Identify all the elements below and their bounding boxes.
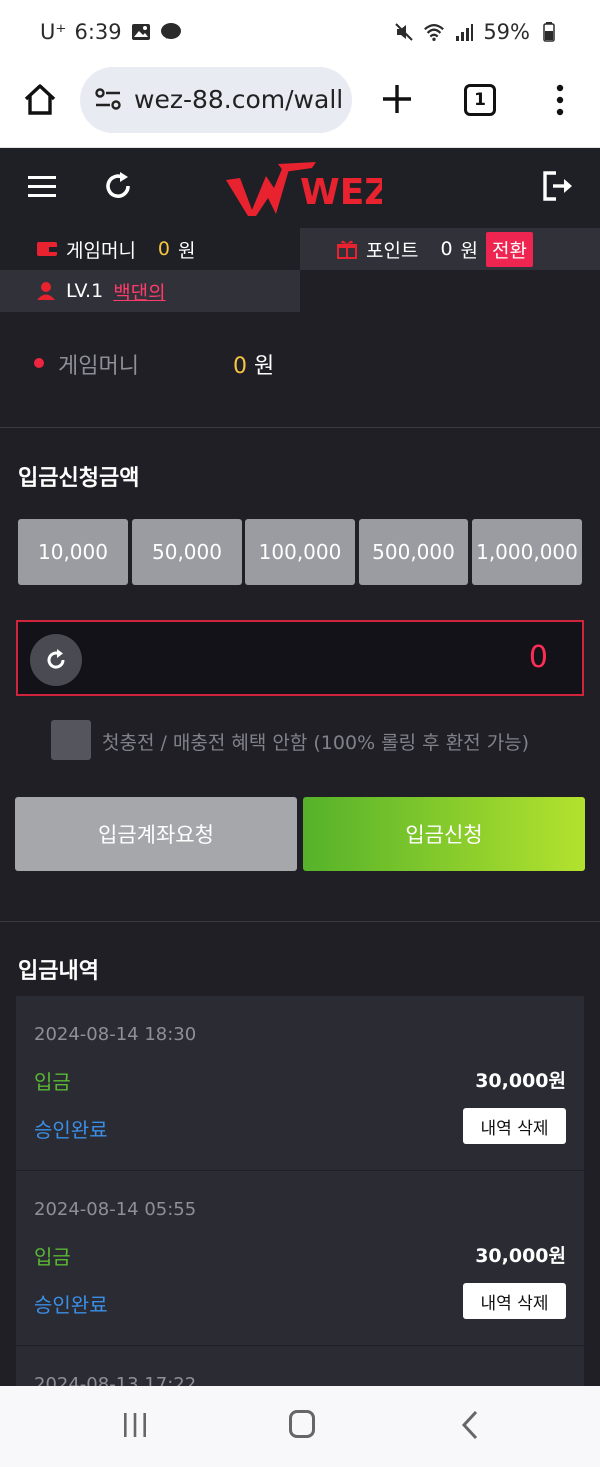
status-bar: U⁺ 6:39 59%: [0, 0, 600, 64]
messenger-icon: [160, 21, 182, 43]
history-type: 입금: [34, 1070, 71, 1094]
amount-button-10000[interactable]: 10,000: [18, 519, 128, 585]
deposit-history-title: 입금내역: [18, 959, 99, 984]
history-status: 승인완료: [34, 1118, 108, 1142]
history-row: 2024-08-14 05:55 입금 30,000원 승인완료 내역 삭제: [16, 1171, 584, 1346]
history-status: 승인완료: [34, 1293, 108, 1317]
refresh-icon: [106, 172, 130, 198]
signal-icon: [453, 21, 475, 43]
browser-toolbar: wez-88.com/wall 1: [0, 64, 600, 148]
wallet-info-row: 게임머니 0 원 포인트 0 원 전환: [0, 228, 600, 270]
wez-logo[interactable]: WEZ: [222, 158, 390, 218]
history-row: 2024-08-14 18:30 입금 30,000원 승인완료 내역 삭제: [16, 996, 584, 1171]
amount-button-50000[interactable]: 50,000: [132, 519, 242, 585]
mute-icon: [393, 21, 415, 43]
more-vert-icon: [556, 84, 564, 116]
deposit-submit-button[interactable]: 입금신청: [303, 797, 585, 871]
wallet-icon: [37, 242, 57, 256]
plus-icon: [383, 85, 411, 113]
no-bonus-label[interactable]: 첫충전 / 매충전 혜택 안함 (100% 롤링 후 환전 가능): [102, 728, 529, 755]
system-nav-bar: [0, 1386, 600, 1467]
section-divider: [0, 921, 600, 922]
recent-apps-button[interactable]: [122, 1412, 148, 1438]
reset-amount-button[interactable]: [30, 634, 82, 686]
account-request-button[interactable]: 입금계좌요청: [15, 797, 297, 871]
history-type: 입금: [34, 1245, 71, 1269]
status-right: 59%: [393, 20, 560, 44]
history-date: 2024-08-14 05:55: [34, 1199, 197, 1220]
point-value: 0: [440, 238, 453, 260]
home-nav-button[interactable]: [289, 1410, 315, 1438]
site-settings-icon[interactable]: [94, 87, 122, 111]
delete-history-button[interactable]: 내역 삭제: [463, 1108, 566, 1144]
menu-button[interactable]: [26, 172, 58, 200]
amount-button-100000[interactable]: 100,000: [245, 519, 355, 585]
logo-mark-icon: WEZ: [226, 162, 390, 216]
logo-text: WEZ: [300, 172, 382, 213]
history-amount: 30,000원: [475, 1070, 566, 1092]
site-header: WEZ: [0, 148, 600, 228]
convert-button[interactable]: 전환: [486, 231, 533, 267]
game-money-cell: 게임머니 0 원: [0, 228, 300, 270]
delete-history-button[interactable]: 내역 삭제: [463, 1283, 566, 1319]
summary-label: 게임머니: [58, 354, 139, 379]
amount-button-500000[interactable]: 500,000: [359, 519, 468, 585]
point-label: 포인트: [366, 239, 419, 262]
logout-button[interactable]: [540, 168, 576, 204]
summary-value: 0: [233, 354, 247, 379]
url-text: wez-88.com/wall: [134, 85, 344, 114]
summary-unit: 원: [254, 354, 275, 379]
amount-button-1000000[interactable]: 1,000,000: [472, 519, 582, 585]
game-money-unit: 원: [178, 239, 196, 262]
deposit-amount-value: 0: [528, 640, 548, 675]
gift-icon: [337, 240, 357, 259]
new-tab-button[interactable]: [380, 82, 414, 116]
user-nickname-link[interactable]: 백댄의: [113, 278, 165, 305]
clock: 6:39: [74, 20, 122, 44]
tab-switcher-button[interactable]: 1: [464, 84, 496, 116]
game-money-value: 0: [157, 238, 171, 260]
history-date: 2024-08-14 18:30: [34, 1024, 197, 1045]
point-cell: 포인트 0 원 전환: [300, 228, 600, 270]
game-money-label: 게임머니: [66, 239, 136, 262]
user-level: LV.1: [66, 280, 104, 302]
deposit-amount-field[interactable]: 0: [16, 620, 584, 696]
hamburger-icon: [28, 176, 56, 197]
home-icon: [24, 84, 56, 115]
back-button[interactable]: [458, 1410, 484, 1440]
user-level-row: LV.1 백댄의: [0, 270, 300, 312]
address-bar[interactable]: wez-88.com/wall: [80, 67, 352, 133]
wifi-icon: [423, 21, 445, 43]
game-money-summary: 게임머니 0 원: [0, 312, 600, 428]
logout-icon: [543, 171, 572, 201]
deposit-amount-title: 입금신청금액: [18, 466, 140, 491]
refresh-button[interactable]: [100, 168, 136, 204]
browser-home-button[interactable]: [22, 82, 58, 118]
gallery-icon: [130, 21, 152, 43]
reset-icon: [47, 649, 65, 669]
battery-percent: 59%: [483, 20, 530, 44]
status-left: U⁺ 6:39: [40, 20, 182, 44]
battery-icon: [538, 21, 560, 43]
user-icon: [37, 282, 55, 300]
deposit-history-list: 2024-08-14 18:30 입금 30,000원 승인완료 내역 삭제 2…: [16, 996, 584, 1396]
history-amount: 30,000원: [475, 1245, 566, 1267]
summary-value-wrap: 0 원: [233, 348, 274, 380]
carrier-label: U⁺: [40, 20, 67, 44]
recent-apps-icon: [124, 1413, 146, 1437]
browser-menu-button[interactable]: [550, 82, 570, 118]
point-unit: 원: [460, 239, 479, 262]
bullet-dot-icon: [34, 358, 44, 368]
back-chevron-icon: [461, 1410, 478, 1440]
no-bonus-checkbox[interactable]: [51, 720, 91, 760]
